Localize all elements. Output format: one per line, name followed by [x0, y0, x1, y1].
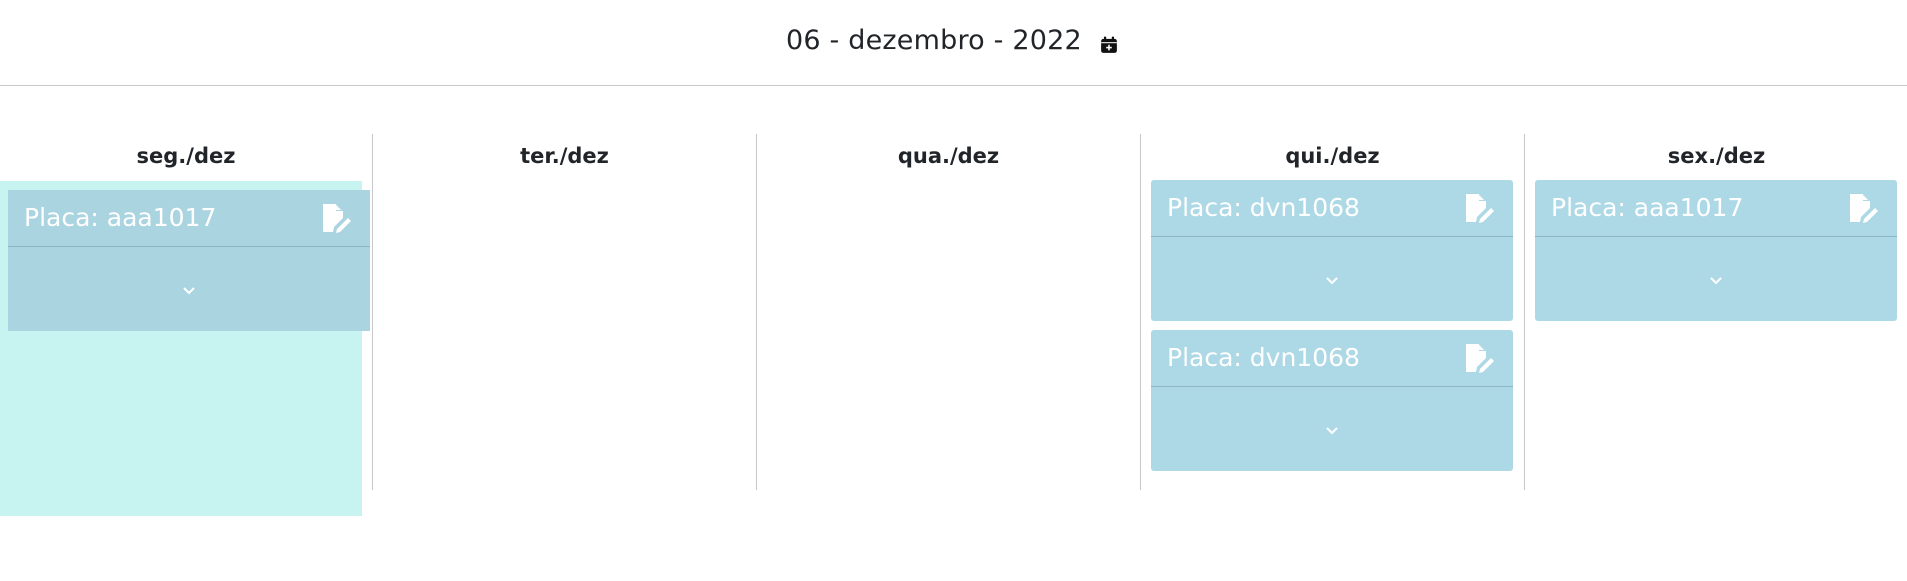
appointment-card[interactable]: Placa: aaa1017 — [1535, 180, 1897, 321]
day-header: qui./dez — [1285, 144, 1380, 168]
chevron-down-icon[interactable] — [1151, 423, 1513, 439]
top-bar: 06 - dezembro - 2022 — [0, 0, 1907, 86]
card-header: Placa: dvn1068 — [1151, 180, 1513, 237]
card-header: Placa: aaa1017 — [1535, 180, 1897, 237]
file-edit-icon[interactable] — [1848, 193, 1880, 223]
chevron-down-icon[interactable] — [8, 283, 370, 299]
plate-label: Placa: aaa1017 — [24, 203, 217, 232]
plate-label: Placa: aaa1017 — [1551, 193, 1744, 222]
day-column-ter: ter./dez — [372, 134, 756, 490]
day-header: ter./dez — [520, 144, 609, 168]
card-header: Placa: aaa1017 — [8, 190, 370, 247]
day-column-qua: qua./dez — [756, 134, 1140, 490]
card-header: Placa: dvn1068 — [1151, 330, 1513, 387]
chevron-down-icon[interactable] — [1151, 273, 1513, 289]
file-edit-icon[interactable] — [1464, 193, 1496, 223]
appointment-card[interactable]: Placa: aaa1017 — [8, 190, 370, 331]
appointment-card[interactable]: Placa: dvn1068 — [1151, 180, 1513, 321]
day-header: sex./dez — [1667, 144, 1766, 168]
plate-label: Placa: dvn1068 — [1167, 193, 1360, 222]
date-title: 06 - dezembro - 2022 — [786, 25, 1082, 56]
appointment-card[interactable]: Placa: dvn1068 — [1151, 330, 1513, 471]
calendar-plus-icon[interactable] — [1100, 36, 1118, 54]
chevron-down-icon[interactable] — [1535, 273, 1897, 289]
week-board: seg./dez ter./dez qua./dez qui./dez sex.… — [0, 134, 1907, 516]
day-header: qua./dez — [897, 144, 1000, 168]
day-header: seg./dez — [136, 144, 236, 168]
plate-label: Placa: dvn1068 — [1167, 343, 1360, 372]
file-edit-icon[interactable] — [321, 203, 353, 233]
file-edit-icon[interactable] — [1464, 343, 1496, 373]
